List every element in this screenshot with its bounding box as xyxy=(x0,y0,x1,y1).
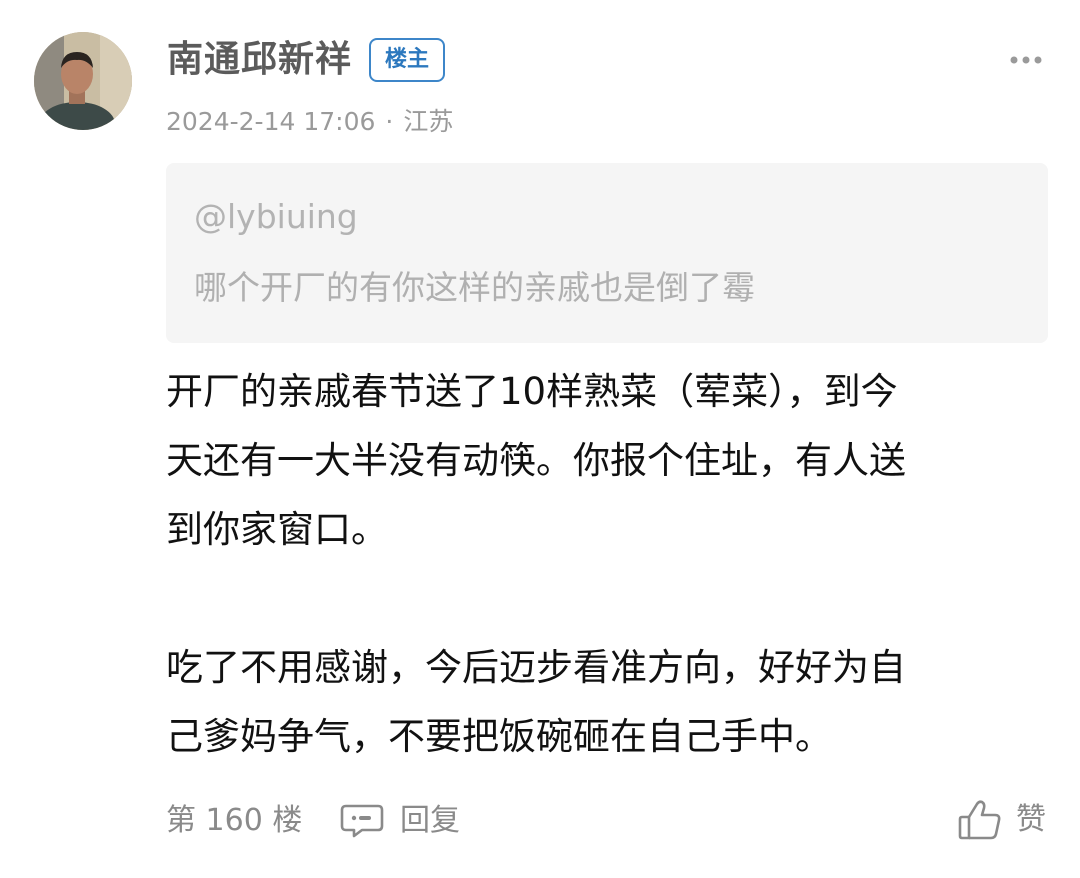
quoted-text: 哪个开厂的有你这样的亲戚也是倒了霉 xyxy=(194,268,755,307)
post-meta: 2024-2-14 17:06 · 江苏 xyxy=(166,104,453,140)
meta-separator: · xyxy=(385,107,394,136)
like-label: 赞 xyxy=(1016,802,1046,837)
avatar[interactable] xyxy=(34,32,132,130)
reply-label: 回复 xyxy=(400,803,460,838)
quoted-user[interactable]: @lybiuing xyxy=(194,197,358,237)
content-line: 到你家窗口。 xyxy=(166,508,388,551)
username[interactable]: 南通邱新祥 xyxy=(167,36,352,84)
avatar-photo xyxy=(34,32,132,130)
reply-button[interactable]: 回复 xyxy=(340,799,460,843)
quoted-comment[interactable]: @lybiuing 哪个开厂的有你这样的亲戚也是倒了霉 xyxy=(166,163,1048,343)
thumbs-up-icon xyxy=(958,800,1001,840)
floor-number: 第 160 楼 xyxy=(166,803,303,838)
content-line: 己爹妈争气，不要把饭碗砸在自己手中。 xyxy=(166,715,832,758)
op-badge: 楼主 xyxy=(369,38,445,82)
comment-bubble-icon xyxy=(340,804,384,838)
like-button[interactable]: 赞 xyxy=(958,796,1046,844)
content-line: 开厂的亲戚春节送了10样熟菜（荤菜），到今 xyxy=(166,370,898,413)
post-content: 开厂的亲戚春节送了10样熟菜（荤菜），到今 天还有一大半没有动筷。你报个住址，有… xyxy=(166,357,1056,771)
content-line: 吃了不用感谢，今后迈步看准方向，好好为自 xyxy=(166,646,906,689)
more-dots-icon[interactable] xyxy=(1008,52,1044,68)
content-line: 天还有一大半没有动筷。你报个住址，有人送 xyxy=(166,439,906,482)
post-location: 江苏 xyxy=(403,107,454,136)
post-date: 2024-2-14 17:06 xyxy=(166,107,376,136)
